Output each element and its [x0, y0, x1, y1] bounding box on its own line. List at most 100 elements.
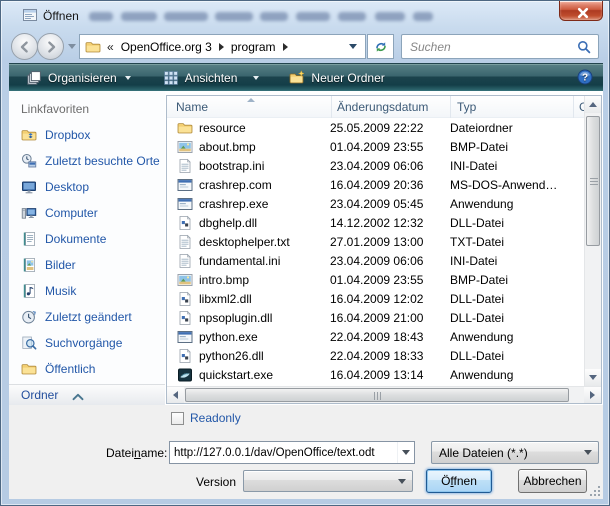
views-button[interactable]: Ansichten — [154, 67, 269, 89]
breadcrumb-separator-icon[interactable] — [283, 43, 288, 51]
file-row-resource[interactable]: resource25.05.2009 22:22Dateiordner — [167, 118, 584, 137]
column-header-type-label: Typ — [457, 100, 476, 114]
open-button[interactable]: Öffnen — [426, 469, 492, 493]
version-label: Version — [196, 475, 236, 489]
forward-arrow-icon — [43, 39, 59, 55]
search-box — [401, 34, 599, 59]
chevron-down-icon — [402, 450, 410, 455]
scroll-left-button[interactable] — [167, 387, 184, 403]
scroll-right-button[interactable] — [584, 387, 601, 403]
file-row-intro-bmp[interactable]: intro.bmp01.04.2009 23:55BMP-Datei — [167, 270, 584, 289]
help-icon[interactable]: ? — [577, 69, 594, 86]
sidebar-item-desktop[interactable]: Desktop — [9, 174, 165, 200]
column-header-date-label: Änderungsdatum — [337, 100, 428, 114]
sort-ascending-icon — [247, 98, 255, 102]
sidebar-item-label: Suchvorgänge — [45, 336, 122, 350]
file-list: Name Änderungsdatum Typ G resource25.05.… — [166, 95, 602, 404]
file-row-quickstart-exe[interactable]: quickstart.exe16.04.2009 13:14Anwendung — [167, 365, 584, 384]
column-header-size[interactable]: G — [573, 96, 584, 118]
refresh-icon — [373, 39, 389, 55]
sidebar-item-dokumente[interactable]: Dokumente — [9, 226, 165, 252]
sidebar-item-label: Zuletzt besuchte Orte — [45, 154, 160, 168]
new-folder-button[interactable]: Neuer Ordner — [280, 67, 393, 89]
file-type: Anwendung — [450, 197, 584, 211]
sidebar-item-dropbox[interactable]: Dropbox — [9, 122, 165, 148]
breadcrumb[interactable]: « OpenOffice.org 3 program — [79, 34, 366, 59]
navigation-bar: « OpenOffice.org 3 program — [10, 32, 602, 62]
file-name: crashrep.exe — [199, 197, 330, 211]
file-row-fundamental-ini[interactable]: fundamental.ini23.04.2009 06:06INI-Datei — [167, 251, 584, 270]
breadcrumb-overflow[interactable]: « — [107, 40, 114, 54]
file-row-about-bmp[interactable]: about.bmp01.04.2009 23:55BMP-Datei — [167, 137, 584, 156]
open-file-dialog: Öffnen « OpenOffice.org 3 — [0, 0, 610, 506]
file-name: bootstrap.ini — [199, 159, 330, 173]
column-header-name[interactable]: Name — [167, 96, 331, 118]
sidebar-item-label: Zuletzt geändert — [45, 310, 132, 324]
titlebar: Öffnen — [1, 1, 609, 31]
file-row-python26-dll[interactable]: python26.dll22.04.2009 18:33DLL-Datei — [167, 346, 584, 365]
sidebar-item-zuletzt-besuchte-orte[interactable]: Zuletzt besuchte Orte — [9, 148, 165, 174]
file-row-bootstrap-ini[interactable]: bootstrap.ini23.04.2009 06:06INI-Datei — [167, 156, 584, 175]
sidebar-item-bilder[interactable]: Bilder — [9, 252, 165, 278]
dropbox-folder-icon — [21, 127, 37, 143]
file-row-desktophelper-txt[interactable]: desktophelper.txt27.01.2009 13:00TXT-Dat… — [167, 232, 584, 251]
back-button[interactable] — [11, 33, 38, 60]
horizontal-scrollbar[interactable] — [167, 386, 601, 403]
file-row-crashrep-exe[interactable]: crashrep.exe23.04.2009 05:45Anwendung — [167, 194, 584, 213]
breadcrumb-dropdown-icon[interactable] — [349, 44, 357, 49]
filetype-dropdown[interactable]: Alle Dateien (*.*) — [431, 441, 599, 464]
search-input[interactable] — [408, 38, 568, 55]
sidebar-item-öffentlich[interactable]: Öffentlich — [9, 356, 165, 382]
command-toolbar: Organisieren Ansichten Neuer Ordner ? — [9, 63, 603, 91]
version-dropdown[interactable] — [243, 470, 413, 492]
scroll-down-button[interactable] — [585, 369, 601, 386]
sidebar-item-suchvorgänge[interactable]: Suchvorgänge — [9, 330, 165, 356]
column-header-date[interactable]: Änderungsdatum — [331, 96, 450, 118]
file-name: python26.dll — [199, 349, 330, 363]
horizontal-scroll-thumb[interactable] — [185, 388, 569, 402]
svg-text:?: ? — [582, 73, 588, 84]
file-modified-date: 25.05.2009 22:22 — [330, 121, 450, 135]
column-header-type[interactable]: Typ — [450, 96, 573, 118]
file-type: DLL-Datei — [450, 292, 584, 306]
file-name: resource — [199, 121, 330, 135]
filename-input[interactable] — [174, 444, 394, 461]
filename-dropdown-button[interactable] — [397, 442, 414, 463]
file-type: BMP-Datei — [450, 273, 584, 287]
cancel-button[interactable]: Abbrechen — [518, 469, 587, 493]
file-row-dbghelp-dll[interactable]: dbghelp.dll14.12.2002 12:32DLL-Datei — [167, 213, 584, 232]
breadcrumb-segment-program[interactable]: program — [224, 40, 283, 54]
file-name: quickstart.exe — [199, 368, 330, 382]
readonly-option[interactable]: Readonly — [171, 411, 241, 425]
vertical-scrollbar[interactable] — [584, 96, 601, 386]
file-type: Anwendung — [450, 330, 584, 344]
refresh-button[interactable] — [367, 34, 394, 59]
file-row-python-exe[interactable]: python.exe22.04.2009 18:43Anwendung — [167, 327, 584, 346]
file-modified-date: 16.04.2009 12:02 — [330, 292, 450, 306]
history-dropdown-icon[interactable] — [68, 44, 76, 49]
chevron-down-icon — [398, 479, 406, 484]
resize-grip[interactable] — [589, 485, 600, 496]
close-button[interactable] — [559, 1, 603, 21]
breadcrumb-segment-openoffice[interactable]: OpenOffice.org 3 — [114, 40, 219, 54]
organize-button[interactable]: Organisieren — [17, 67, 140, 89]
file-row-libxml2-dll[interactable]: libxml2.dll16.04.2009 12:02DLL-Datei — [167, 289, 584, 308]
favorites-heading: Linkfavoriten — [21, 102, 89, 116]
search-icon[interactable] — [576, 39, 592, 55]
sidebar-item-musik[interactable]: Musik — [9, 278, 165, 304]
file-row-crashrep-com[interactable]: crashrep.com16.04.2009 20:36MS-DOS-Anwen… — [167, 175, 584, 194]
image-file-icon — [177, 272, 193, 288]
dialog-icon — [22, 7, 38, 23]
forward-button[interactable] — [37, 33, 64, 60]
sidebar-item-computer[interactable]: Computer — [9, 200, 165, 226]
readonly-label: Readonly — [190, 411, 241, 425]
file-row-npsoplugin-dll[interactable]: npsoplugin.dll16.04.2009 21:00DLL-Datei — [167, 308, 584, 327]
image-file-icon — [177, 139, 193, 155]
file-modified-date: 16.04.2009 21:00 — [330, 311, 450, 325]
folders-expander[interactable]: Ordner — [9, 384, 165, 405]
scroll-up-button[interactable] — [585, 96, 601, 113]
sidebar-item-zuletzt-geändert[interactable]: Zuletzt geändert — [9, 304, 165, 330]
dll-file-icon — [177, 291, 193, 307]
vertical-scroll-thumb[interactable] — [586, 116, 600, 246]
readonly-checkbox[interactable] — [171, 412, 184, 425]
